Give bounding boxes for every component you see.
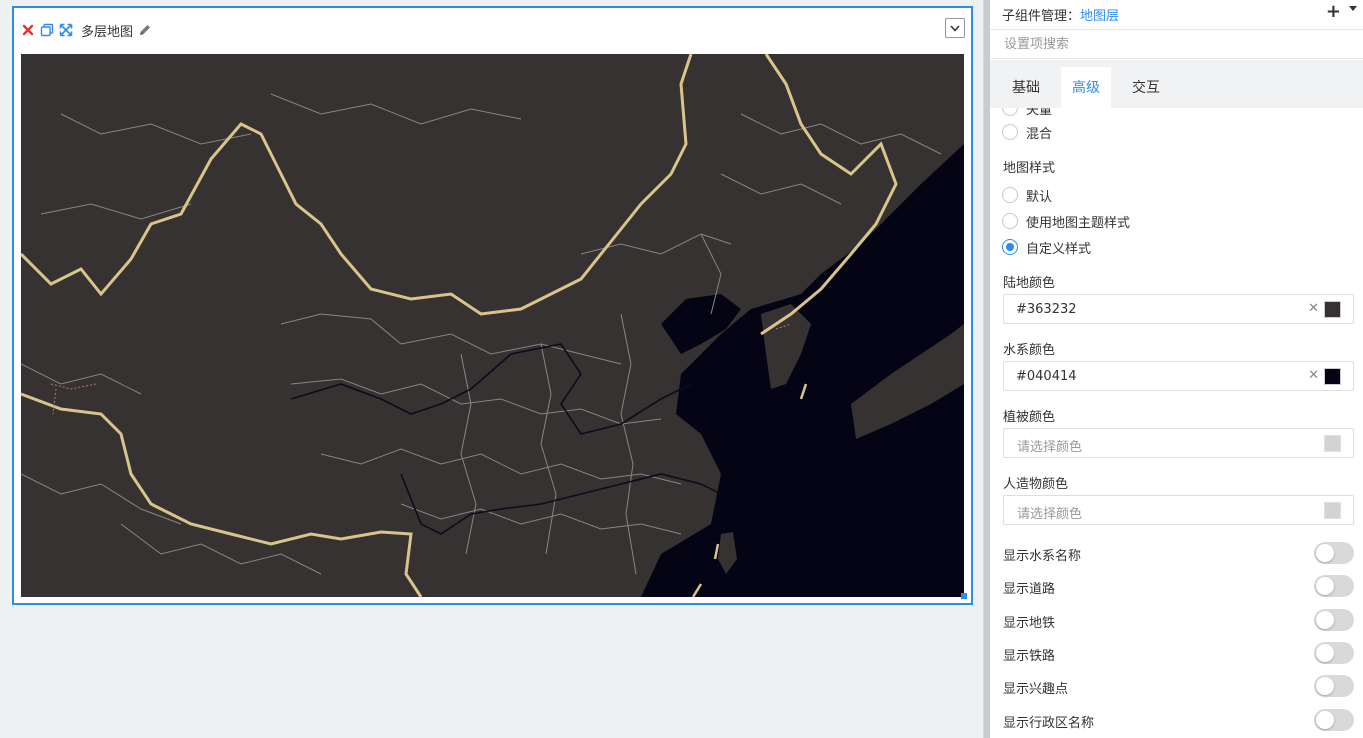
vegetation-color-label: 植被颜色 bbox=[1003, 410, 1056, 425]
radio-vector[interactable]: 矢量 bbox=[1002, 108, 1052, 118]
map-layer-link[interactable]: 地图层 bbox=[1080, 5, 1119, 24]
land-color-field[interactable]: #363232 ✕ bbox=[1003, 294, 1354, 324]
land-color-swatch[interactable] bbox=[1324, 301, 1341, 318]
manmade-color-swatch[interactable] bbox=[1324, 502, 1341, 519]
copy-icon[interactable] bbox=[39, 22, 55, 38]
panel-header: 子组件管理： 地图层 + bbox=[990, 0, 1363, 30]
switch-railway[interactable] bbox=[1314, 642, 1354, 664]
settings-panel: 子组件管理： 地图层 + 基础 高级 交互 矢量 混合 地图样式 默认 使用地图… bbox=[990, 0, 1363, 738]
switch-knob bbox=[1316, 711, 1334, 729]
fullscreen-icon[interactable] bbox=[58, 22, 74, 38]
settings-search-input[interactable] bbox=[990, 30, 1363, 59]
switch-district-names[interactable] bbox=[1314, 709, 1354, 731]
collapse-button[interactable] bbox=[945, 18, 965, 38]
water-color-label: 水系颜色 bbox=[1003, 343, 1056, 358]
vegetation-color-swatch[interactable] bbox=[1324, 435, 1341, 452]
radio-dot bbox=[1002, 108, 1018, 116]
widget-title: 多层地图 bbox=[81, 24, 134, 40]
panel-splitter[interactable] bbox=[983, 0, 990, 738]
switch-knob bbox=[1316, 644, 1334, 662]
manmade-color-field[interactable]: 请选择颜色 bbox=[1003, 495, 1354, 525]
switch-knob bbox=[1316, 611, 1334, 629]
switch-water-names[interactable] bbox=[1314, 542, 1354, 564]
switch-knob bbox=[1316, 677, 1334, 695]
radio-dot bbox=[1002, 213, 1018, 229]
toggle-row-roads: 显示道路 bbox=[1003, 575, 1354, 599]
close-icon[interactable] bbox=[20, 22, 36, 38]
plus-icon[interactable]: + bbox=[1326, 1, 1341, 22]
toggle-row-district-names: 显示行政区名称 bbox=[1003, 709, 1354, 733]
land-color-value: #363232 bbox=[1016, 302, 1077, 317]
map-widget[interactable]: 多层地图 bbox=[12, 6, 973, 605]
radio-dot bbox=[1002, 124, 1018, 140]
radio-style-custom[interactable]: 自定义样式 bbox=[1002, 237, 1091, 257]
tab-basic[interactable]: 基础 bbox=[998, 67, 1054, 108]
switch-knob bbox=[1316, 544, 1334, 562]
clear-icon[interactable]: ✕ bbox=[1308, 368, 1319, 383]
radio-dot bbox=[1002, 187, 1018, 203]
radio-hybrid[interactable]: 混合 bbox=[1002, 122, 1052, 142]
manmade-color-placeholder: 请选择颜色 bbox=[1017, 507, 1083, 522]
manmade-color-label: 人造物颜色 bbox=[1003, 477, 1069, 492]
radio-dot bbox=[1002, 239, 1018, 255]
water-color-swatch[interactable] bbox=[1324, 368, 1341, 385]
water-color-value: #040414 bbox=[1016, 369, 1077, 384]
advanced-settings: 矢量 混合 地图样式 默认 使用地图主题样式 自定义样式 陆地颜色 #36323… bbox=[990, 108, 1363, 738]
switch-subway[interactable] bbox=[1314, 609, 1354, 631]
caret-down-icon[interactable] bbox=[1349, 6, 1357, 11]
vegetation-color-placeholder: 请选择颜色 bbox=[1017, 440, 1083, 455]
toggle-row-poi: 显示兴趣点 bbox=[1003, 675, 1354, 699]
toggle-row-subway: 显示地铁 bbox=[1003, 609, 1354, 633]
toggle-row-railway: 显示铁路 bbox=[1003, 642, 1354, 666]
vegetation-color-field[interactable]: 请选择颜色 bbox=[1003, 428, 1354, 458]
switch-roads[interactable] bbox=[1314, 575, 1354, 597]
switch-poi[interactable] bbox=[1314, 675, 1354, 697]
chevron-down-icon bbox=[950, 25, 960, 32]
tab-interaction[interactable]: 交互 bbox=[1118, 67, 1174, 108]
water-color-field[interactable]: #040414 ✕ bbox=[1003, 361, 1354, 391]
edit-pencil-icon[interactable] bbox=[137, 22, 153, 38]
resize-handle[interactable] bbox=[961, 593, 967, 599]
map-style-label: 地图样式 bbox=[1003, 161, 1056, 176]
land-color-label: 陆地颜色 bbox=[1003, 276, 1056, 291]
toggle-row-water-names: 显示水系名称 bbox=[1003, 542, 1354, 566]
map-graphic bbox=[21, 54, 964, 597]
radio-style-theme[interactable]: 使用地图主题样式 bbox=[1002, 211, 1130, 231]
clear-icon[interactable]: ✕ bbox=[1308, 301, 1319, 316]
tab-advanced[interactable]: 高级 bbox=[1061, 67, 1111, 108]
subcomponent-manager-label: 子组件管理： bbox=[1002, 9, 1081, 24]
map-canvas[interactable] bbox=[21, 54, 964, 597]
widget-toolbar: 多层地图 bbox=[20, 20, 156, 40]
switch-knob bbox=[1316, 577, 1334, 595]
tab-bar: 基础 高级 交互 bbox=[990, 60, 1363, 108]
radio-style-default[interactable]: 默认 bbox=[1002, 185, 1052, 205]
